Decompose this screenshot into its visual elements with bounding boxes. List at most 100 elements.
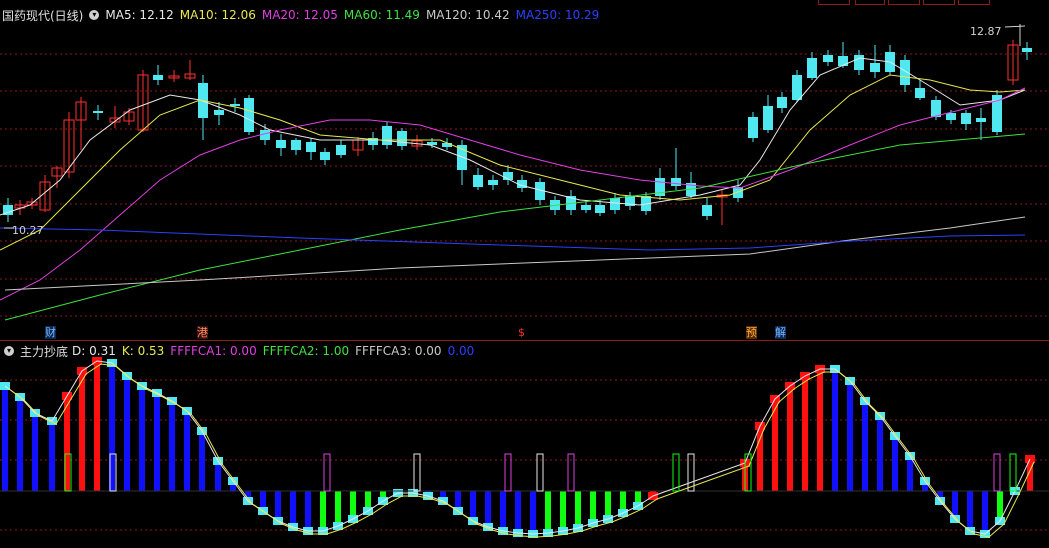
indicator-bar bbox=[470, 491, 476, 521]
indicator-bar bbox=[802, 376, 808, 491]
high-price-label: 12.87 bbox=[970, 25, 1002, 38]
low-price-label: 10.27 bbox=[12, 224, 44, 237]
candle-body bbox=[931, 100, 941, 117]
ffffca3-value: FFFFCA3: 0.00 bbox=[355, 344, 442, 358]
indicator-bar bbox=[215, 461, 221, 491]
candle-body bbox=[961, 113, 971, 124]
d-value: D: 0.31 bbox=[72, 344, 116, 358]
indicator-bar bbox=[154, 393, 160, 491]
indicator-bar bbox=[575, 491, 581, 528]
event-marker-dollar[interactable]: $ bbox=[518, 326, 525, 340]
candle-body bbox=[915, 88, 925, 98]
indicator-bar bbox=[757, 426, 763, 491]
indicator-bar bbox=[320, 491, 326, 531]
indicator-bar bbox=[335, 491, 341, 526]
toolbar-edge bbox=[818, 0, 850, 5]
event-marker-dollar-text: $ bbox=[518, 326, 525, 339]
ffffca2-value: FFFFCA2: 1.00 bbox=[262, 344, 350, 358]
indicator-bar bbox=[275, 491, 281, 521]
indicator-bar bbox=[515, 491, 521, 533]
indicator-bar bbox=[169, 401, 175, 491]
main-chart-panel[interactable]: 国药现代(日线) ▾ MA5: 12.12 MA10: 12.06 MA20: … bbox=[0, 0, 1049, 340]
candle-body bbox=[230, 104, 240, 106]
indicator-bar bbox=[560, 491, 566, 531]
candle-body bbox=[306, 142, 316, 152]
candle-body bbox=[595, 205, 605, 213]
toolbar-edge bbox=[923, 0, 955, 5]
candle-body bbox=[823, 55, 833, 62]
event-marker-unlock[interactable]: 解 bbox=[775, 326, 786, 340]
high-price-pointer bbox=[1004, 25, 1026, 28]
event-marker-forecast-text: 预 bbox=[746, 326, 757, 339]
ma20-value: MA20: 12.05 bbox=[261, 8, 338, 22]
indicator-bar bbox=[124, 376, 130, 491]
main-header: 国药现代(日线) ▾ MA5: 12.12 MA10: 12.06 MA20: … bbox=[2, 6, 605, 24]
event-marker-hk[interactable]: 港 bbox=[197, 326, 208, 340]
indicator-bar bbox=[350, 491, 356, 519]
candle-body bbox=[336, 145, 346, 155]
indicator-bar bbox=[139, 386, 145, 491]
indicator-bar bbox=[892, 436, 898, 491]
candle-body bbox=[748, 117, 758, 138]
indicator-bar bbox=[605, 491, 611, 519]
candle-body bbox=[488, 180, 498, 185]
ma120-value: MA120: 10.42 bbox=[425, 8, 510, 22]
event-marker-forecast[interactable]: 预 bbox=[746, 326, 757, 340]
candle-body bbox=[610, 198, 620, 210]
indicator-settings-icon[interactable]: ▾ bbox=[4, 346, 14, 356]
ma250-value: MA250: 10.29 bbox=[515, 8, 600, 22]
indicator-bar bbox=[485, 491, 491, 527]
indicator-bar bbox=[877, 416, 883, 491]
ma20-line bbox=[0, 87, 1026, 301]
candle-body bbox=[244, 98, 254, 132]
indicator-bar bbox=[184, 411, 190, 491]
candle-body bbox=[442, 143, 452, 147]
indicator-bar bbox=[290, 491, 296, 527]
event-marker-hk-text: 港 bbox=[197, 326, 208, 339]
toolbar-edge bbox=[958, 0, 990, 5]
candle-body bbox=[276, 140, 286, 148]
ma10-value: MA10: 12.06 bbox=[179, 8, 256, 22]
ffffca1-value: FFFFCA1: 0.00 bbox=[170, 344, 257, 358]
extra-value: 0.00 bbox=[447, 344, 475, 358]
indicator-bar bbox=[832, 369, 838, 491]
indicator-bar bbox=[862, 401, 868, 491]
sub-header: ▾ 主力抄底 D: 0.31 K: 0.53 FFFFCA1: 0.00 FFF… bbox=[2, 342, 480, 360]
ma60-value: MA60: 11.49 bbox=[343, 8, 420, 22]
indicator-name[interactable]: 主力抄底 bbox=[20, 343, 68, 360]
candle-body bbox=[397, 131, 407, 146]
ma60-line bbox=[4, 133, 1026, 321]
candle-body bbox=[976, 118, 986, 122]
candle-body bbox=[777, 97, 787, 108]
symbol-title[interactable]: 国药现代(日线) bbox=[2, 7, 83, 24]
indicator-bar bbox=[982, 491, 988, 534]
event-marker-unlock-text: 解 bbox=[775, 326, 786, 339]
candlestick-chart[interactable] bbox=[0, 0, 1049, 340]
candle-body bbox=[702, 205, 712, 216]
indicator-bar bbox=[590, 491, 596, 523]
indicator-bar bbox=[17, 397, 23, 491]
candle-body bbox=[93, 111, 103, 113]
candle-body bbox=[671, 178, 681, 186]
candle-body bbox=[763, 106, 773, 130]
candle-body bbox=[291, 140, 301, 150]
indicator-bar bbox=[2, 386, 8, 491]
event-marker-finance[interactable]: 财 bbox=[44, 326, 57, 340]
candle-body bbox=[153, 75, 163, 80]
candle-body bbox=[838, 56, 848, 66]
ma250-line bbox=[0, 227, 1026, 251]
indicator-bar bbox=[94, 361, 100, 491]
candle-body bbox=[946, 113, 956, 120]
indicator-bar bbox=[787, 386, 793, 491]
indicator-bar bbox=[500, 491, 506, 531]
event-marker-finance-text: 财 bbox=[45, 326, 56, 339]
indicator-bar bbox=[305, 491, 311, 531]
indicator-panel[interactable]: ▾ 主力抄底 D: 0.31 K: 0.53 FFFFCA1: 0.00 FFF… bbox=[0, 341, 1049, 548]
indicator-settings-icon[interactable]: ▾ bbox=[89, 10, 100, 20]
candle-body bbox=[854, 55, 864, 70]
indicator-bar bbox=[907, 456, 913, 491]
indicator-chart[interactable] bbox=[0, 341, 1049, 548]
indicator-bar bbox=[545, 491, 551, 533]
candle-body bbox=[792, 75, 802, 100]
candle-body bbox=[473, 175, 483, 187]
